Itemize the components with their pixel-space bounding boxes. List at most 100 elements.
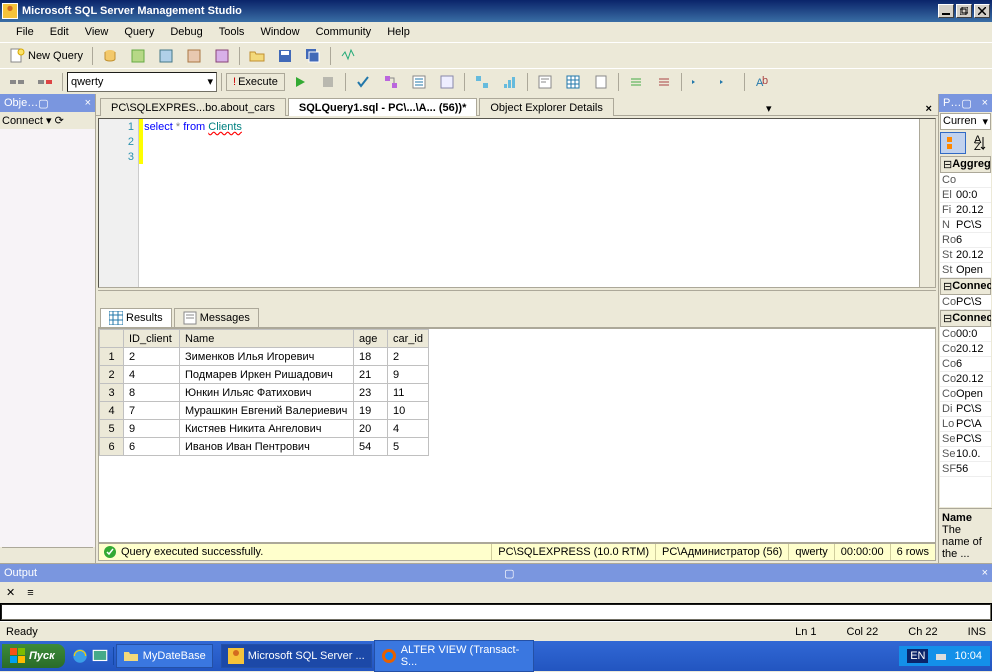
- table-row: 12Зименков Илья Игоревич182: [100, 348, 429, 366]
- dmx-query-icon[interactable]: [181, 45, 207, 67]
- windows-taskbar: Пуск MyDateBase Microsoft SQL Server ...…: [0, 641, 992, 671]
- menu-query[interactable]: Query: [116, 24, 162, 40]
- database-combo[interactable]: qwerty ▾: [67, 72, 217, 92]
- pin-icon[interactable]: ▢: [504, 567, 514, 580]
- editor-scrollbar-h[interactable]: [98, 290, 936, 306]
- status-rows: 6 rows: [890, 544, 935, 560]
- connect-icon[interactable]: [4, 71, 30, 93]
- menu-help[interactable]: Help: [379, 24, 418, 40]
- properties-list[interactable]: ⊟ Aggreg Co El00:0 Fi20.12 NPC\S Ro6 St2…: [940, 156, 991, 507]
- messages-tab[interactable]: Messages: [174, 308, 259, 327]
- taskbar-item[interactable]: MyDateBase: [116, 644, 213, 668]
- analysis-query-icon[interactable]: [125, 45, 151, 67]
- connect-button[interactable]: Connect ▾: [2, 114, 52, 127]
- execute-button[interactable]: ! Execute: [226, 73, 285, 91]
- status-db: qwerty: [788, 544, 833, 560]
- execute-label: Execute: [238, 76, 278, 88]
- standard-toolbar: New Query: [0, 42, 992, 68]
- properties-panel: P… ▢× Curren▾ AZ ⊟ Aggreg Co El00:0 Fi20…: [938, 94, 992, 563]
- intellisense-icon[interactable]: [434, 71, 460, 93]
- pin-icon[interactable]: ▢: [961, 97, 971, 110]
- results-to-text-icon[interactable]: [532, 71, 558, 93]
- system-tray[interactable]: EN 10:04: [899, 646, 990, 666]
- close-tab-icon[interactable]: ×: [926, 103, 932, 115]
- include-actual-plan-icon[interactable]: [469, 71, 495, 93]
- open-file-icon[interactable]: [244, 45, 270, 67]
- tab-dropdown-icon[interactable]: ▾: [766, 102, 772, 115]
- language-indicator[interactable]: EN: [907, 649, 928, 663]
- table-row: 59Кистяев Никита Ангелович204: [100, 420, 429, 438]
- menu-tools[interactable]: Tools: [211, 24, 253, 40]
- estimated-plan-icon[interactable]: [378, 71, 404, 93]
- menu-view[interactable]: View: [77, 24, 117, 40]
- change-connection-icon[interactable]: [32, 71, 58, 93]
- object-explorer: Obje…▢× Connect ▾ ⟳: [0, 94, 96, 563]
- pin-icon[interactable]: ▢: [38, 97, 48, 110]
- table-row: 38Юнкин Ильяс Фатихович2311: [100, 384, 429, 402]
- tab-object-explorer-details[interactable]: Object Explorer Details: [479, 98, 614, 116]
- restore-button[interactable]: [956, 4, 972, 18]
- include-stats-icon[interactable]: [497, 71, 523, 93]
- alphabetical-icon[interactable]: AZ: [967, 132, 992, 154]
- parse-icon[interactable]: [350, 71, 376, 93]
- database-name: qwerty: [71, 76, 103, 88]
- chevron-down-icon: ▾: [207, 75, 213, 88]
- close-panel-icon[interactable]: ×: [85, 97, 91, 109]
- tab-sqlquery1[interactable]: SQLQuery1.sql - PC\...\A... (56))*: [288, 98, 477, 116]
- results-to-grid-icon[interactable]: [560, 71, 586, 93]
- menu-debug[interactable]: Debug: [162, 24, 210, 40]
- new-query-button[interactable]: New Query: [4, 45, 88, 67]
- comment-icon[interactable]: [623, 71, 649, 93]
- show-desktop-icon[interactable]: [91, 647, 109, 665]
- menu-edit[interactable]: Edit: [42, 24, 77, 40]
- categorized-icon[interactable]: [940, 132, 966, 154]
- clock[interactable]: 10:04: [954, 650, 982, 662]
- output-body[interactable]: [1, 604, 991, 620]
- activity-monitor-icon[interactable]: [335, 45, 361, 67]
- property-description: Name The name of the ...: [939, 508, 992, 563]
- stop-icon[interactable]: [315, 71, 341, 93]
- sql-editor[interactable]: 123 select * from Clients: [98, 118, 936, 288]
- results-to-file-icon[interactable]: [588, 71, 614, 93]
- save-icon[interactable]: [272, 45, 298, 67]
- results-grid[interactable]: ID_clientNameagecar_id 12Зименков Илья И…: [98, 328, 936, 543]
- taskbar-item[interactable]: ALTER VIEW (Transact-S...: [374, 640, 534, 672]
- menu-window[interactable]: Window: [252, 24, 307, 40]
- status-line: Ln 1: [795, 626, 816, 638]
- scrollbar-h[interactable]: [2, 547, 93, 563]
- specify-values-icon[interactable]: Ab: [749, 71, 775, 93]
- mdx-query-icon[interactable]: [153, 45, 179, 67]
- properties-object-combo[interactable]: Curren▾: [940, 113, 991, 130]
- status-ch: Ch 22: [908, 626, 937, 638]
- xmla-query-icon[interactable]: [209, 45, 235, 67]
- ie-icon[interactable]: [71, 647, 89, 665]
- decrease-indent-icon[interactable]: [686, 71, 712, 93]
- status-time: 00:00:00: [834, 544, 890, 560]
- taskbar-item[interactable]: Microsoft SQL Server ...: [221, 644, 372, 668]
- debug-icon[interactable]: [287, 71, 313, 93]
- titlebar: Microsoft SQL Server Management Studio: [0, 0, 992, 22]
- db-engine-query-icon[interactable]: [97, 45, 123, 67]
- save-all-icon[interactable]: [300, 45, 326, 67]
- close-panel-icon[interactable]: ×: [982, 97, 988, 109]
- table-row: 47Мурашкин Евгений Валериевич1910: [100, 402, 429, 420]
- menu-community[interactable]: Community: [308, 24, 380, 40]
- uncomment-icon[interactable]: [651, 71, 677, 93]
- object-explorer-refresh-icon[interactable]: ⟳: [55, 114, 64, 127]
- object-explorer-tree[interactable]: [0, 129, 95, 547]
- close-button[interactable]: [974, 4, 990, 18]
- minimize-button[interactable]: [938, 4, 954, 18]
- close-panel-icon[interactable]: ×: [982, 567, 988, 579]
- results-tab[interactable]: Results: [100, 308, 172, 327]
- status-server: PC\SQLEXPRESS (10.0 RTM): [491, 544, 655, 560]
- tab-about-cars[interactable]: PC\SQLEXPRES...bo.about_cars: [100, 98, 286, 116]
- query-options-icon[interactable]: [406, 71, 432, 93]
- increase-indent-icon[interactable]: [714, 71, 740, 93]
- menu-file[interactable]: File: [8, 24, 42, 40]
- editor-scrollbar-v[interactable]: [919, 119, 935, 287]
- start-button[interactable]: Пуск: [2, 644, 65, 668]
- output-panel: Output▢× ✕ ≡: [0, 563, 992, 621]
- tray-icon[interactable]: [934, 649, 948, 663]
- output-toggle-icon[interactable]: ≡: [22, 583, 38, 602]
- output-clear-icon[interactable]: ✕: [1, 583, 20, 602]
